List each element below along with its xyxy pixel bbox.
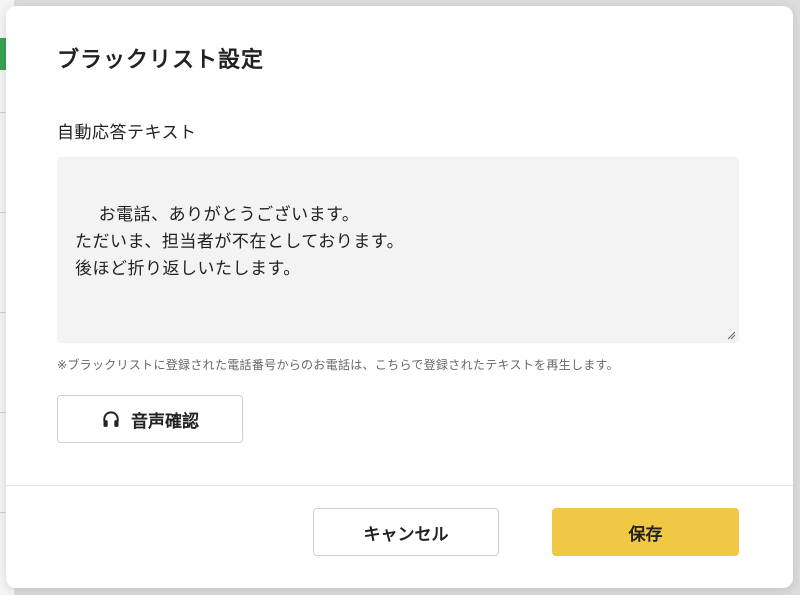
footer-divider	[6, 485, 793, 486]
blacklist-settings-dialog: ブラックリスト設定 自動応答テキスト お電話、ありがとうございます。 ただいま、…	[6, 6, 793, 588]
auto-reply-label: 自動応答テキスト	[57, 123, 197, 143]
auto-reply-text[interactable]: お電話、ありがとうございます。 ただいま、担当者が不在としております。 後ほど折…	[75, 205, 404, 279]
dialog-title: ブラックリスト設定	[57, 48, 265, 73]
headphones-icon	[103, 411, 119, 427]
resize-handle-icon[interactable]	[726, 330, 736, 340]
save-button[interactable]: 保存	[552, 508, 739, 556]
playback-note: ※ブラックリストに登録された電話番号からのお電話は、こちらで登録されたテキストを…	[57, 358, 619, 372]
audio-check-label: 音声確認	[131, 411, 199, 432]
cancel-button[interactable]: キャンセル	[313, 508, 499, 556]
auto-reply-textarea[interactable]: お電話、ありがとうございます。 ただいま、担当者が不在としております。 後ほど折…	[57, 157, 739, 343]
audio-check-button[interactable]: 音声確認	[57, 395, 243, 443]
